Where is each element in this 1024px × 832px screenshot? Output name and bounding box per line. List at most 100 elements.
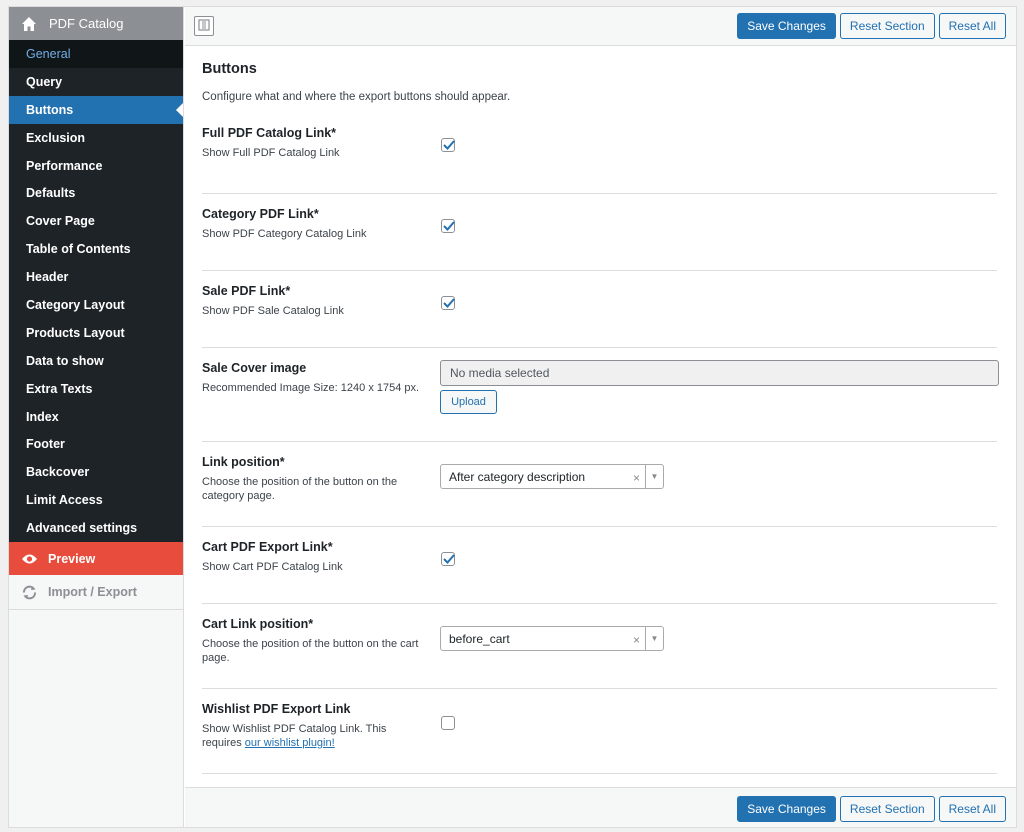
field-wishlist-pdf: Wishlist PDF Export Link Show Wishlist P…	[202, 689, 997, 774]
field-description: Choose the position of the button on the…	[202, 638, 419, 664]
chevron-down-icon[interactable]: ▼	[645, 465, 663, 488]
import-export-button[interactable]: Import / Export	[9, 575, 183, 611]
field-cart-link-position: Cart Link position* Choose the position …	[202, 604, 997, 689]
sidebar-item-label: General	[26, 46, 71, 61]
sidebar-item-cover-page[interactable]: Cover Page	[9, 207, 183, 235]
checkmark-icon	[443, 140, 455, 150]
sidebar-item-query[interactable]: Query	[9, 68, 183, 96]
upload-button[interactable]: Upload	[440, 390, 497, 414]
cart-link-position-select[interactable]: before_cart × ▼	[440, 626, 664, 651]
sidebar-item-index[interactable]: Index	[9, 403, 183, 431]
checkmark-icon	[443, 298, 455, 308]
sidebar-item-buttons[interactable]: Buttons	[9, 95, 183, 124]
sidebar-item-label: Table of Contents	[26, 242, 131, 257]
field-category-pdf: Category PDF Link* Show PDF Category Cat…	[202, 194, 997, 271]
top-toolbar: Save Changes Reset Section Reset All	[185, 7, 1016, 46]
sidebar-item-label: Buttons	[26, 102, 74, 117]
field-description: Recommended Image Size: 1240 x 1754 px.	[202, 382, 420, 394]
full-pdf-checkbox[interactable]	[441, 138, 455, 152]
sidebar-item-label: Exclusion	[26, 130, 86, 145]
wishlist-pdf-checkbox[interactable]	[441, 716, 455, 730]
field-sale-cover: Sale Cover image Recommended Image Size:…	[202, 348, 999, 442]
clear-icon[interactable]: ×	[633, 471, 640, 485]
sidebar-item-limit-access[interactable]: Limit Access	[9, 486, 183, 514]
bottom-toolbar: Save Changes Reset Section Reset All	[185, 787, 1016, 827]
field-full-pdf: Full PDF Catalog Link* Show Full PDF Cat…	[202, 113, 997, 194]
sidebar-item-products-layout[interactable]: Products Layout	[9, 319, 183, 347]
link-position-select[interactable]: After category description × ▼	[440, 464, 664, 489]
field-label: Sale PDF Link*	[202, 284, 291, 298]
field-cart-pdf: Cart PDF Export Link* Show Cart PDF Cata…	[202, 527, 997, 604]
sidebar-item-category-layout[interactable]: Category Layout	[9, 291, 183, 319]
sidebar-item-general[interactable]: General	[9, 40, 183, 68]
clear-icon[interactable]: ×	[633, 633, 640, 647]
sidebar-item-label: Products Layout	[26, 325, 125, 340]
field-description: Show Cart PDF Catalog Link	[202, 561, 343, 573]
sidebar-item-label: Index	[26, 409, 59, 424]
sidebar-item-table-of-contents[interactable]: Table of Contents	[9, 235, 183, 263]
field-sale-pdf: Sale PDF Link* Show PDF Sale Catalog Lin…	[202, 271, 997, 348]
top-actions: Save Changes Reset Section Reset All	[737, 13, 1006, 39]
field-label: Wishlist PDF Export Link	[202, 702, 351, 716]
sidebar-item-header[interactable]: Header	[9, 263, 183, 291]
sidebar-item-label: Header	[26, 270, 69, 285]
sidebar-item-label: Limit Access	[26, 493, 103, 508]
reset-section-button[interactable]: Reset Section	[839, 13, 935, 39]
field-label: Sale Cover image	[202, 361, 307, 375]
sidebar-item-advanced-settings[interactable]: Advanced settings	[9, 514, 183, 542]
checkmark-icon	[443, 554, 455, 564]
sidebar-item-label: Cover Page	[26, 214, 95, 229]
section-content: Buttons Configure what and where the exp…	[202, 46, 999, 774]
reset-all-button[interactable]: Reset All	[938, 13, 1006, 39]
save-button[interactable]: Save Changes	[737, 13, 836, 39]
main-content: Save Changes Reset Section Reset All But…	[185, 7, 1016, 827]
cart-pdf-checkbox[interactable]	[441, 552, 455, 566]
sidebar-item-label: Category Layout	[26, 297, 125, 312]
field-description: Choose the position of the button on the…	[202, 476, 398, 502]
sidebar-item-performance[interactable]: Performance	[9, 152, 183, 180]
field-label: Link position*	[202, 455, 285, 469]
sale-pdf-checkbox[interactable]	[441, 296, 455, 310]
section-description: Configure what and where the export butt…	[202, 91, 511, 103]
field-link-position: Link position* Choose the position of th…	[202, 442, 997, 527]
field-description: Show PDF Sale Catalog Link	[202, 305, 344, 317]
sidebar-nav: General Query Buttons Exclusion Performa…	[9, 40, 183, 543]
field-description: Show Wishlist PDF Catalog Link. This req…	[202, 722, 427, 750]
sidebar-item-defaults[interactable]: Defaults	[9, 179, 183, 207]
preview-label: Preview	[48, 551, 96, 566]
eye-icon	[21, 553, 38, 565]
sidebar-item-label: Query	[26, 74, 63, 89]
field-label: Cart PDF Export Link*	[202, 540, 333, 554]
sidebar-item-footer[interactable]: Footer	[9, 430, 183, 458]
sidebar-title: PDF Catalog	[49, 16, 124, 31]
save-button[interactable]: Save Changes	[737, 796, 836, 822]
field-description: Show PDF Category Catalog Link	[202, 228, 367, 240]
sidebar-item-exclusion[interactable]: Exclusion	[9, 124, 183, 152]
checkmark-icon	[443, 221, 455, 231]
section-title: Buttons	[202, 61, 257, 77]
media-url-field[interactable]: No media selected	[440, 360, 999, 386]
wishlist-plugin-link[interactable]: our wishlist plugin!	[245, 737, 335, 749]
chevron-down-icon[interactable]: ▼	[645, 627, 663, 650]
select-value: After category description	[449, 469, 586, 484]
reset-all-button[interactable]: Reset All	[938, 796, 1006, 822]
preview-button[interactable]: Preview	[9, 542, 183, 576]
sidebar-item-label: Advanced settings	[26, 521, 138, 536]
sidebar-item-extra-texts[interactable]: Extra Texts	[9, 375, 183, 403]
sidebar-item-label: Backcover	[26, 465, 90, 480]
sidebar-item-label: Data to show	[26, 353, 104, 368]
sidebar-item-label: Footer	[26, 437, 65, 452]
sync-icon	[21, 584, 38, 601]
expand-options-button[interactable]	[194, 16, 214, 36]
category-pdf-checkbox[interactable]	[441, 219, 455, 233]
import-export-label: Import / Export	[48, 585, 137, 600]
field-label: Category PDF Link*	[202, 207, 319, 221]
sidebar-item-label: Performance	[26, 158, 103, 173]
sidebar-item-data-to-show[interactable]: Data to show	[9, 347, 183, 375]
field-label: Cart Link position*	[202, 617, 314, 631]
field-label: Full PDF Catalog Link*	[202, 126, 337, 140]
home-icon	[21, 16, 37, 32]
reset-section-button[interactable]: Reset Section	[839, 796, 935, 822]
sidebar-item-backcover[interactable]: Backcover	[9, 458, 183, 486]
bottom-actions: Save Changes Reset Section Reset All	[737, 796, 1006, 822]
